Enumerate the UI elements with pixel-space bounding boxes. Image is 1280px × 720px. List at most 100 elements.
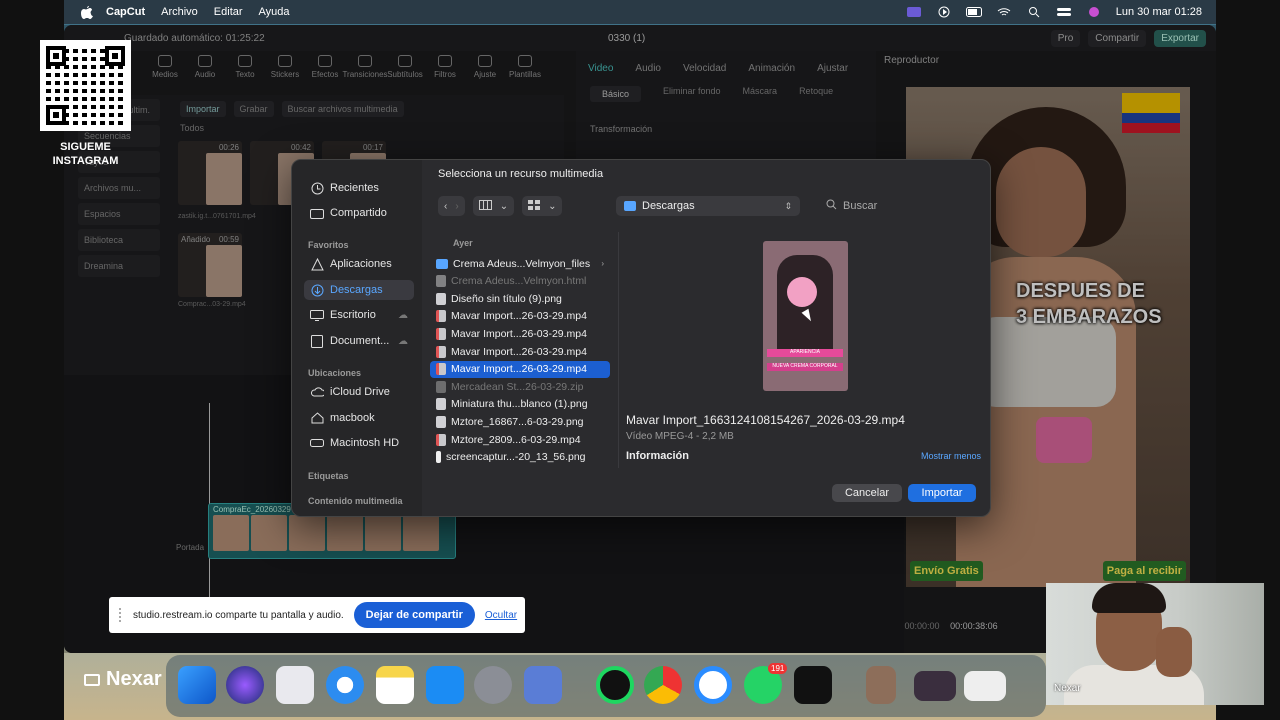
control-center-icon[interactable] <box>1056 6 1072 18</box>
recent-window-thumb[interactable] <box>964 671 1006 701</box>
file-name: Mercadean St...26-03-29.zip <box>451 380 584 393</box>
instagram-qr-code <box>40 40 131 131</box>
chrome-icon[interactable] <box>644 666 682 704</box>
view-grid-button[interactable]: ⌄ <box>522 196 563 216</box>
webcam-overlay: Nexar <box>1046 583 1264 705</box>
sidebar-item-documentos[interactable]: Document... ☁ <box>304 331 414 351</box>
cancel-button[interactable]: Cancelar <box>832 484 902 502</box>
file-name: Crema Adeus...Velmyon_files <box>453 257 591 270</box>
qr-caption: SIGUEME INSTAGRAM <box>52 141 119 167</box>
image-file-icon <box>436 415 446 428</box>
video-file-icon <box>436 327 446 340</box>
share-message: studio.restream.io comparte tu pantalla … <box>133 609 344 621</box>
forward-arrow-icon[interactable]: › <box>455 201 458 212</box>
preview-band-2: NUEVA CREMA CORPORAL <box>767 363 843 371</box>
chevron-right-icon: › <box>601 259 604 268</box>
file-row[interactable]: Crema Adeus...Velmyon_files › <box>430 255 610 272</box>
recent-video-thumb[interactable] <box>866 666 896 704</box>
search-icon <box>826 199 837 213</box>
file-row[interactable]: Mercadean St...26-03-29.zip <box>430 378 610 395</box>
finder-icon[interactable] <box>178 666 216 704</box>
iphone-mirroring-icon[interactable] <box>524 666 562 704</box>
folder-icon <box>624 201 636 211</box>
preview-band-1: APARIENCIA <box>767 349 843 357</box>
battery-icon[interactable] <box>965 6 982 18</box>
sidebar-item-recientes[interactable]: Recientes <box>304 178 414 198</box>
shared-folder-icon <box>310 206 324 220</box>
apple-icon[interactable] <box>80 5 94 19</box>
sidebar-item-escritorio[interactable]: Escritorio ☁ <box>304 305 414 325</box>
download-icon <box>310 283 324 297</box>
menu-editar[interactable]: Editar <box>214 6 243 18</box>
file-row[interactable]: Crema Adeus...Velmyon.html <box>430 273 610 290</box>
image-file-icon <box>436 275 446 288</box>
file-name: Mavar Import...26-03-29.mp4 <box>451 363 587 376</box>
image-file-icon <box>436 451 441 464</box>
file-row[interactable]: Mavar Import...26-03-29.mp4 <box>430 325 610 342</box>
siri-icon[interactable] <box>1086 6 1102 18</box>
hide-link[interactable]: Ocultar <box>485 610 517 621</box>
import-button[interactable]: Importar <box>908 484 976 502</box>
spotify-icon[interactable] <box>596 666 634 704</box>
file-row[interactable]: Mavar Import...26-03-29.mp4 <box>430 308 610 325</box>
location-dropdown[interactable]: Descargas ⇕ <box>616 196 800 216</box>
menu-app-name[interactable]: CapCut <box>106 6 145 18</box>
file-name: Miniatura thu...blanco (1).png <box>451 398 588 411</box>
media-heading[interactable]: Contenido multimedia <box>308 496 403 506</box>
file-name: Crema Adeus...Velmyon.html <box>451 275 587 288</box>
capcut-icon[interactable] <box>794 666 832 704</box>
app-store-icon[interactable] <box>426 666 464 704</box>
recent-window-thumb[interactable] <box>914 671 956 701</box>
notes-icon[interactable] <box>376 666 414 704</box>
sidebar-item-compartido[interactable]: Compartido <box>304 203 414 223</box>
wifi-icon[interactable] <box>996 6 1012 18</box>
file-picker-dialog: Recientes Compartido Favoritos Aplicacio… <box>291 159 991 517</box>
sidebar-item-aplicaciones[interactable]: Aplicaciones <box>304 254 414 274</box>
stop-sharing-button[interactable]: Dejar de compartir <box>353 602 475 628</box>
siri-icon[interactable] <box>226 666 264 704</box>
menu-archivo[interactable]: Archivo <box>161 6 198 18</box>
file-row[interactable]: Diseño sin título (9).png <box>430 290 610 307</box>
nav-arrows: ‹ › <box>438 196 465 216</box>
sidebar-item-macintosh-hd[interactable]: Macintosh HD <box>304 433 414 453</box>
locations-heading: Ubicaciones <box>308 368 362 378</box>
file-group-header: Ayer <box>453 238 473 248</box>
video-file-icon <box>436 345 446 358</box>
dock: 191 <box>166 655 1046 717</box>
webcam-person-hair <box>1092 583 1166 613</box>
desktop-icon <box>310 308 324 322</box>
file-row[interactable]: Miniatura thu...blanco (1).png <box>430 396 610 413</box>
sidebar-item-macbook[interactable]: macbook <box>304 408 414 428</box>
back-arrow-icon[interactable]: ‹ <box>444 201 447 212</box>
file-row[interactable]: Mztore_2809...6-03-29.mp4 <box>430 431 610 448</box>
file-row[interactable]: Mavar Import...26-03-29.mp4 <box>430 343 610 360</box>
tags-heading[interactable]: Etiquetas <box>308 471 349 481</box>
file-row[interactable]: Mztore_16867...6-03-29.png <box>430 413 610 430</box>
show-less-link[interactable]: Mostrar menos <box>921 451 981 461</box>
search-icon[interactable] <box>1026 6 1042 18</box>
screen-share-icon[interactable] <box>906 6 922 18</box>
settings-gear-icon[interactable] <box>474 666 512 704</box>
view-columns-button[interactable]: ⌄ <box>472 196 515 216</box>
columns-view-icon <box>478 199 492 213</box>
column-divider[interactable] <box>618 232 619 468</box>
dialog-search-field[interactable]: Buscar <box>822 196 982 216</box>
menu-ayuda[interactable]: Ayuda <box>259 6 290 18</box>
file-row[interactable]: screencaptur...-20_13_56.png <box>430 449 610 466</box>
play-circle-icon[interactable] <box>936 6 952 18</box>
house-icon <box>310 411 324 425</box>
whatsapp-badge: 191 <box>768 663 788 674</box>
preview-info-heading: Información <box>626 450 689 462</box>
file-row-selected[interactable]: Mavar Import...26-03-29.mp4 <box>430 360 610 378</box>
sidebar-item-descargas[interactable]: Descargas <box>304 280 414 300</box>
launchpad-icon[interactable] <box>276 666 314 704</box>
qr-pattern <box>46 46 125 125</box>
file-name: screencaptur...-20_13_56.png <box>446 451 586 464</box>
menu-bar: CapCut Archivo Editar Ayuda Lun 30 mar 0… <box>64 0 1216 24</box>
safari-icon[interactable] <box>326 666 364 704</box>
drag-handle-icon[interactable] <box>119 608 123 622</box>
quickshare-icon[interactable] <box>694 666 732 704</box>
menu-clock[interactable]: Lun 30 mar 01:28 <box>1116 6 1202 18</box>
sidebar-item-icloud[interactable]: iCloud Drive <box>304 382 414 402</box>
file-name: Mavar Import...26-03-29.mp4 <box>451 345 587 358</box>
